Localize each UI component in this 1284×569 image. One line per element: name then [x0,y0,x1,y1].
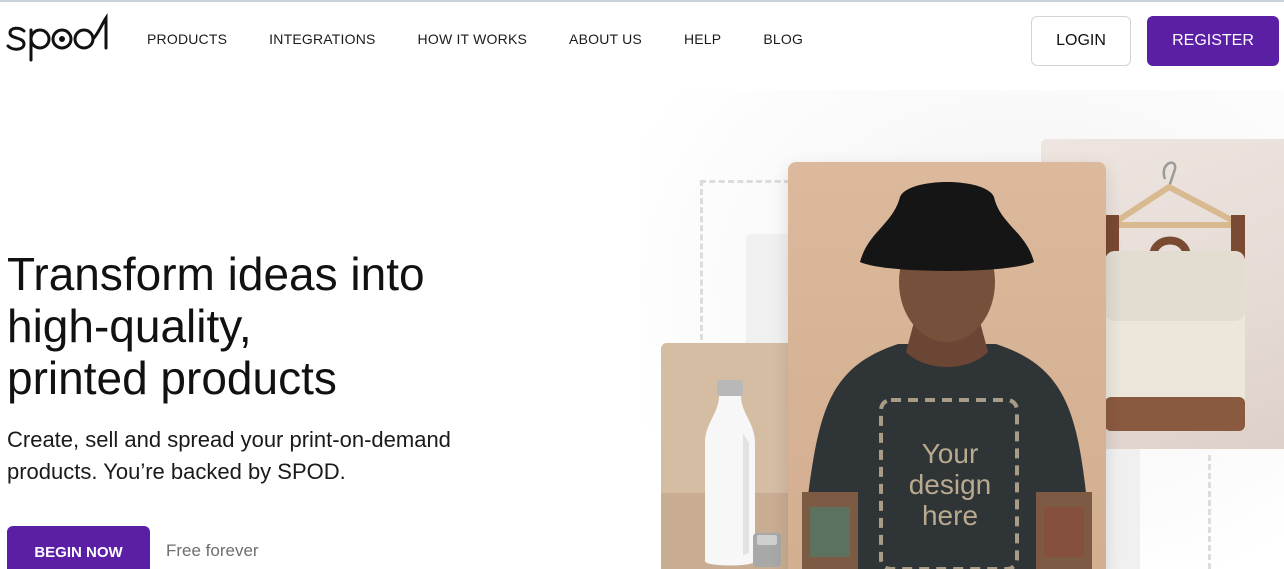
site-header: PRODUCTS INTEGRATIONS HOW IT WORKS ABOUT… [0,2,1284,80]
hero-title-line: printed products [7,352,337,404]
login-button[interactable]: LOGIN [1031,16,1131,66]
nav-item-products[interactable]: PRODUCTS [147,31,227,47]
hero-title-line: high-quality, [7,300,252,352]
nav-item-how-it-works[interactable]: HOW IT WORKS [418,31,527,47]
design-placeholder-line: design [908,469,992,500]
spod-logo[interactable] [6,12,110,62]
main-nav: PRODUCTS INTEGRATIONS HOW IT WORKS ABOUT… [147,31,845,47]
nav-item-about-us[interactable]: ABOUT US [569,31,642,47]
hero-subtitle-line: Create, sell and spread your print-on-de… [7,427,451,452]
design-placeholder-line: Your [921,438,979,469]
water-bottle-image [661,343,801,569]
nav-item-integrations[interactable]: INTEGRATIONS [269,31,375,47]
design-placeholder-line: here [921,500,979,531]
dashed-line-decoration [1208,455,1211,569]
nav-item-blog[interactable]: BLOG [763,31,803,47]
begin-now-button[interactable]: BEGIN NOW [7,526,150,569]
design-placeholder-text: Your design here [870,438,1030,531]
register-button[interactable]: REGISTER [1147,16,1279,66]
hero-subtitle: Create, sell and spread your print-on-de… [7,424,547,488]
hero-title: Transform ideas into high-quality, print… [7,248,567,404]
nav-item-help[interactable]: HELP [684,31,721,47]
hero-title-line: Transform ideas into [7,248,425,300]
hero-subtitle-line: products. You’re backed by SPOD. [7,459,346,484]
model-tshirt-image: Your design here [788,162,1106,569]
free-forever-note: Free forever [166,541,259,560]
